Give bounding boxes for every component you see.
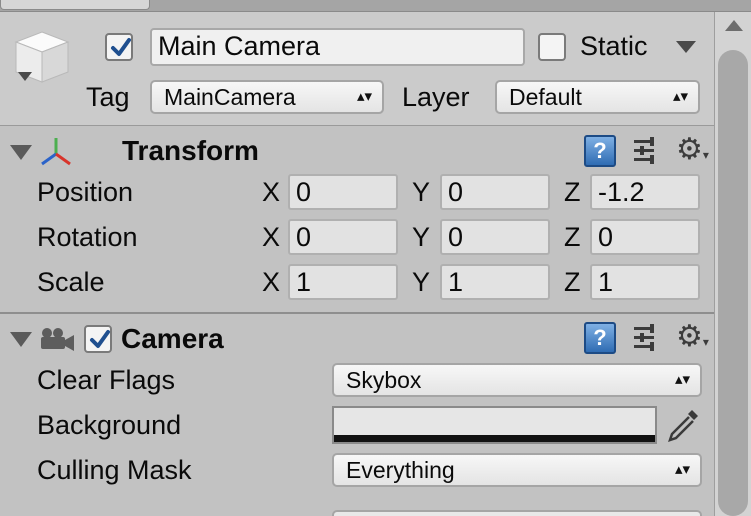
background-color-field[interactable] — [332, 406, 657, 444]
gear-icon[interactable]: ⚙▾ — [676, 133, 709, 172]
static-dropdown-icon[interactable] — [676, 41, 696, 53]
scale-z-field[interactable]: 1 — [590, 264, 700, 300]
axis-x-label: X — [262, 222, 281, 252]
position-z-field[interactable]: -1.2 — [590, 174, 700, 210]
rotation-z-field[interactable]: 0 — [590, 219, 700, 255]
dropdown-arrow-icon: ▴▾ — [674, 371, 690, 388]
camera-title: Camera — [121, 323, 224, 354]
axis-z-label: Z — [564, 267, 581, 297]
culling-mask-label: Culling Mask — [37, 455, 192, 485]
rotation-y-field[interactable]: 0 — [440, 219, 550, 255]
layer-dropdown[interactable]: Default ▴▾ — [495, 80, 700, 114]
dropdown-arrow-icon: ▴▾ — [356, 88, 372, 105]
culling-mask-value: Everything — [346, 457, 455, 483]
transform-foldout-icon[interactable] — [10, 145, 32, 160]
axis-y-label: Y — [412, 267, 431, 297]
axis-y-label: Y — [412, 177, 431, 207]
help-book-icon[interactable]: ? — [584, 322, 616, 354]
position-x-field[interactable]: 0 — [288, 174, 398, 210]
camera-icon — [38, 326, 76, 352]
gear-icon[interactable]: ⚙▾ — [676, 320, 709, 359]
object-name-input[interactable]: Main Camera — [150, 28, 525, 66]
background-color-swatch — [334, 435, 655, 442]
scale-y-field[interactable]: 1 — [440, 264, 550, 300]
tag-value: MainCamera — [164, 84, 296, 110]
eyedropper-icon[interactable] — [664, 406, 702, 446]
dropdown-arrow-icon: ▴▾ — [672, 88, 688, 105]
inspector-tab[interactable] — [0, 0, 150, 10]
clear-flags-dropdown[interactable]: Skybox ▴▾ — [332, 363, 702, 397]
camera-foldout-icon[interactable] — [10, 332, 32, 347]
background-label: Background — [37, 410, 182, 440]
dropdown-arrow-icon: ▴▾ — [674, 461, 690, 478]
transform-title: Transform — [122, 135, 259, 166]
next-field-edge — [332, 510, 702, 516]
axis-x-label: X — [262, 177, 281, 207]
layer-label: Layer — [402, 82, 470, 112]
scrollbar-thumb[interactable] — [718, 50, 748, 516]
icon-dropdown-icon[interactable] — [18, 72, 32, 81]
clear-flags-label: Clear Flags — [37, 365, 176, 395]
position-y-field[interactable]: 0 — [440, 174, 550, 210]
position-label: Position — [37, 177, 134, 207]
layer-value: Default — [509, 84, 582, 110]
camera-enabled-checkbox[interactable] — [84, 325, 112, 353]
tag-label: Tag — [86, 82, 130, 112]
culling-mask-dropdown[interactable]: Everything ▴▾ — [332, 453, 702, 487]
active-checkbox[interactable] — [105, 33, 133, 61]
scale-label: Scale — [37, 267, 105, 297]
axis-x-label: X — [262, 267, 281, 297]
scale-x-field[interactable]: 1 — [288, 264, 398, 300]
axis-z-label: Z — [564, 222, 581, 252]
axis-y-label: Y — [412, 222, 431, 252]
tag-dropdown[interactable]: MainCamera ▴▾ — [150, 80, 384, 114]
static-label: Static — [580, 31, 648, 61]
rotation-x-field[interactable]: 0 — [288, 219, 398, 255]
preset-sliders-icon[interactable] — [632, 136, 660, 166]
scroll-up-icon[interactable] — [725, 20, 743, 31]
rotation-label: Rotation — [37, 222, 138, 252]
static-checkbox[interactable] — [538, 33, 566, 61]
transform-axes-icon — [38, 136, 74, 168]
component-divider — [0, 312, 714, 314]
clear-flags-value: Skybox — [346, 367, 422, 393]
axis-z-label: Z — [564, 177, 581, 207]
help-book-icon[interactable]: ? — [584, 135, 616, 167]
preset-sliders-icon[interactable] — [632, 323, 660, 353]
